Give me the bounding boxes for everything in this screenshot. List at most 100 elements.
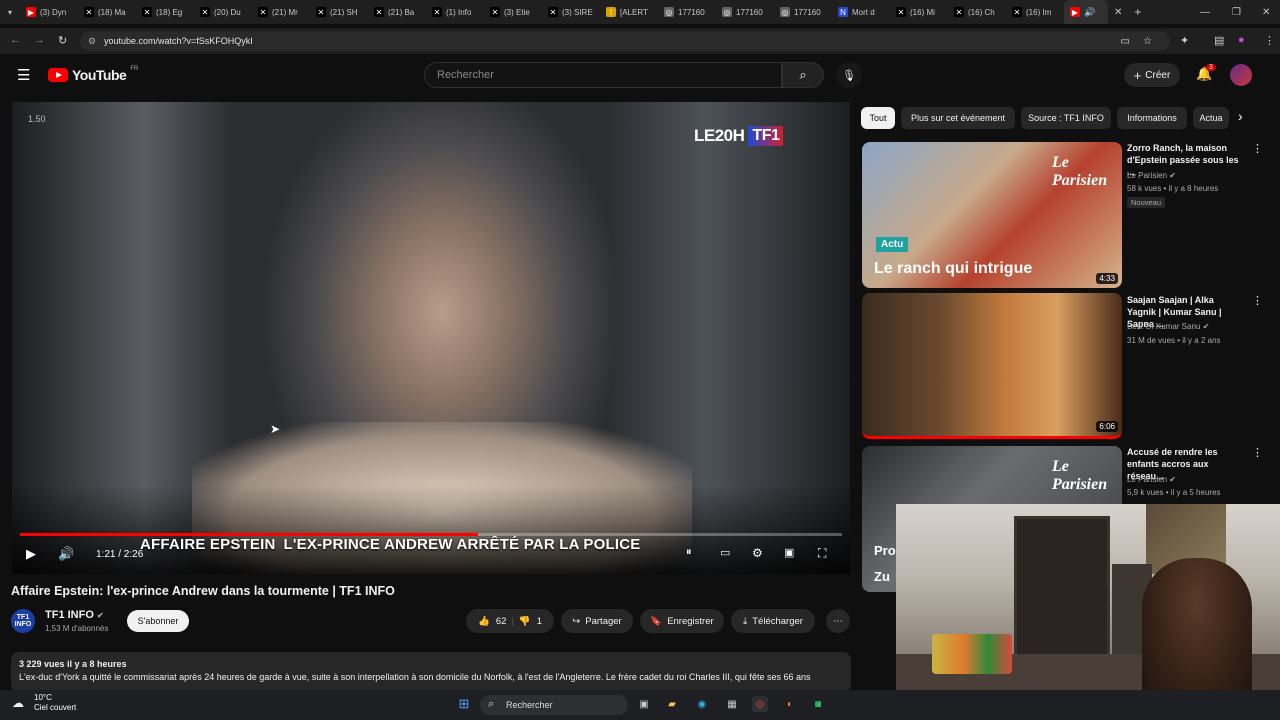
volume-icon[interactable]: 🔊	[58, 546, 74, 562]
dislike-button[interactable]: 👎 1	[519, 616, 542, 627]
tab-label: (3) Etie	[504, 7, 530, 17]
related-thumbnail-2[interactable]: 6:06	[862, 293, 1122, 439]
back-icon[interactable]: ←	[10, 34, 21, 46]
video-title: Affaire Epstein: l'ex-prince Andrew dans…	[11, 584, 395, 598]
chip-all[interactable]: Tout	[861, 107, 895, 129]
youtube-logo[interactable]: YouTube FR	[48, 66, 138, 83]
create-button[interactable]: + Créer	[1124, 63, 1180, 87]
sidebar-icon[interactable]: ▤	[1214, 34, 1224, 47]
hamburger-menu-icon[interactable]: ☰	[17, 66, 30, 84]
browser-tab[interactable]: ✕ (18) Ma	[78, 0, 136, 24]
subtitles-icon[interactable]: ▭	[720, 546, 730, 559]
browser-tab[interactable]: ✕ (16) Ch	[948, 0, 1006, 24]
cast-icon[interactable]: ▭	[1121, 36, 1130, 47]
x-icon: ✕	[258, 7, 268, 17]
browser-tab[interactable]: N Mort d	[832, 0, 890, 24]
more-vertical-icon[interactable]: ⋮	[1252, 446, 1263, 459]
tab-list-icon[interactable]: ▾	[0, 8, 20, 17]
save-button[interactable]: 🔖 Enregistrer	[640, 609, 724, 633]
url-field[interactable]: ⚙ youtube.com/watch?v=fSsKFOHQykI ▭ ☆	[80, 31, 1170, 51]
forward-icon[interactable]: →	[34, 34, 45, 46]
minimize-icon[interactable]: —	[1200, 7, 1210, 18]
browser-tab[interactable]: ! [ALERT	[600, 0, 658, 24]
news-icon: N	[838, 7, 848, 17]
taskbar-search[interactable]: ⌕ Rechercher	[480, 695, 628, 715]
taskbar-search-label: Rechercher	[506, 700, 553, 710]
chip-actualites[interactable]: Actua	[1193, 107, 1229, 129]
avatar[interactable]	[1230, 64, 1252, 86]
download-button[interactable]: ⤓ Télécharger	[731, 609, 815, 633]
active-browser-tab[interactable]: ▶ 🔊	[1064, 0, 1108, 24]
file-explorer-icon[interactable]: ▰	[664, 696, 680, 712]
browser-tab[interactable]: ◎ 177160	[774, 0, 832, 24]
edge-icon[interactable]: ◉	[694, 696, 710, 712]
youtube-icon: ▶	[26, 7, 36, 17]
site-info-icon[interactable]: ⚙	[88, 36, 96, 47]
channel-name[interactable]: TF1 INFO ✔	[45, 609, 104, 621]
browser-tab[interactable]: ✕ (20) Du	[194, 0, 252, 24]
browser-tab[interactable]: ✕ (16) Im	[1006, 0, 1064, 24]
related-thumbnail-1[interactable]: Le Parisien Actu Le ranch qui intrigue 4…	[862, 142, 1122, 288]
windows-start-icon[interactable]: ⊞	[456, 696, 472, 712]
browser-tab[interactable]: ◎ 177160	[658, 0, 716, 24]
firefox-icon[interactable]: ◐	[782, 696, 798, 712]
browser-tab[interactable]: ✕ (21) Mr	[252, 0, 310, 24]
chip-source[interactable]: Source : TF1 INFO	[1021, 107, 1111, 129]
search-button[interactable]: ⌕	[782, 62, 824, 88]
close-tab-icon[interactable]: ✕	[1114, 7, 1122, 18]
store-icon[interactable]: ▦	[724, 696, 740, 712]
app-icon[interactable]: ◙	[810, 696, 826, 712]
tab-strip: ▶ (3) Dyn ✕ (18) Ma ✕ (18) Eg ✕ (20) Du ✕ (21) Mr…	[20, 0, 1108, 24]
tab-label: (18) Ma	[98, 7, 126, 17]
voice-search-button[interactable]: 🎙	[836, 62, 862, 88]
chip-more-event[interactable]: Plus sur cet événement	[901, 107, 1015, 129]
browser-menu-icon[interactable]: ⋮	[1264, 34, 1275, 47]
play-icon[interactable]: ▶	[26, 546, 36, 562]
browser-tab[interactable]: ✕ (21) Ba	[368, 0, 426, 24]
fullscreen-icon[interactable]: ⛶	[818, 546, 826, 561]
subscribe-button[interactable]: S'abonner	[127, 610, 189, 632]
related-channel-3[interactable]: Le Parisien ✔	[1127, 475, 1176, 484]
browser-tab[interactable]: ✕ (1) Info	[426, 0, 484, 24]
chevron-right-icon[interactable]: ›	[1238, 108, 1243, 124]
search-input[interactable]: Rechercher	[424, 62, 782, 88]
bookmark-star-icon[interactable]: ☆	[1143, 36, 1152, 47]
share-button[interactable]: ↪ Partager	[561, 609, 633, 633]
profile-icon[interactable]: ●	[1238, 34, 1245, 46]
weather-widget[interactable]: 10°C Ciel couvert	[34, 693, 76, 713]
browser-tab[interactable]: ◎ 177160	[716, 0, 774, 24]
miniplayer-icon[interactable]: ▣	[784, 546, 794, 559]
browser-tab[interactable]: ✕ (3) Etie	[484, 0, 542, 24]
notification-count-badge: 3	[1206, 64, 1216, 71]
browser-tab[interactable]: ✕ (21) SH	[310, 0, 368, 24]
maximize-icon[interactable]: ❐	[1232, 7, 1241, 18]
settings-gear-icon[interactable]: ⚙	[752, 546, 763, 560]
tab-label: (20) Du	[214, 7, 241, 17]
autoplay-toggle-icon[interactable]: ⏸	[686, 546, 692, 559]
like-button[interactable]: 👍 62	[478, 616, 506, 627]
related-channel-2[interactable]: Best Of Kumar Sanu ✔	[1127, 322, 1209, 331]
video-player[interactable]: 1.50 LE20H TF1 AFFAIRE EPSTEIN L'EX-PRINC…	[12, 102, 850, 574]
description-box[interactable]: 3 229 vues il y a 8 heures L'ex-duc d'Yo…	[11, 652, 851, 692]
close-window-icon[interactable]: ✕	[1262, 7, 1270, 18]
browser-tab[interactable]: ▶ (3) Dyn	[20, 0, 78, 24]
more-vertical-icon[interactable]: ⋮	[1252, 294, 1263, 307]
browser-tab[interactable]: ✕ (16) Mi	[890, 0, 948, 24]
browser-tab[interactable]: ✕ (3) SIRE	[542, 0, 600, 24]
verified-icon: ✔	[96, 611, 104, 620]
reload-icon[interactable]: ↻	[58, 34, 67, 47]
chip-informations[interactable]: Informations	[1117, 107, 1187, 129]
new-tab-icon[interactable]: +	[1134, 5, 1141, 19]
task-view-icon[interactable]: ▣	[636, 696, 652, 712]
tab-label: (21) Ba	[388, 7, 415, 17]
chrome-icon[interactable]: ◎	[752, 696, 768, 712]
more-actions-button[interactable]: ⋯	[826, 609, 850, 633]
browser-tab[interactable]: ✕ (18) Eg	[136, 0, 194, 24]
channel-avatar[interactable]: TF1 INFO	[11, 609, 35, 633]
tab-label: 177160	[794, 7, 821, 17]
x-icon: ✕	[490, 7, 500, 17]
extensions-icon[interactable]: ✦	[1180, 34, 1189, 47]
globe-icon: ◎	[664, 7, 674, 17]
more-vertical-icon[interactable]: ⋮	[1252, 142, 1263, 155]
related-channel-1[interactable]: Le Parisien ✔	[1127, 171, 1176, 180]
